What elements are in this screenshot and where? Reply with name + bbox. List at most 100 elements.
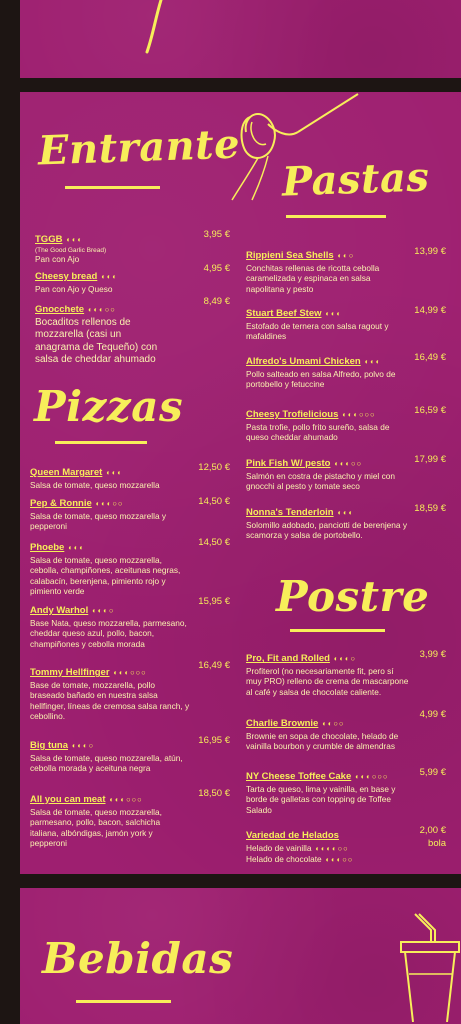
menu-item-andy-warhol: Andy Warhol ◐◐◐○ Base Nata, queso mozzare… xyxy=(30,600,190,649)
dietary-icons: ◐◐◐○○ xyxy=(95,499,124,508)
dietary-icons: ◐◐◐○○○ xyxy=(109,795,143,804)
item-price: 3,99 € xyxy=(419,649,446,660)
item-name: TGGB xyxy=(35,234,63,245)
item-price: 4,99 € xyxy=(419,709,446,720)
item-description: Salsa de tomate, queso mozzarella, parme… xyxy=(30,807,162,849)
menu-item-cheesy-trofielicious: Cheesy Trofielicious ◐◐◐○○○ Pasta trofie,… xyxy=(246,404,411,443)
dietary-icons: ◐◐◐○○○ xyxy=(113,668,147,677)
dietary-icons: ◐◐◐○ xyxy=(333,654,357,663)
item-price: 14,99 € xyxy=(414,305,446,316)
item-description: Salsa de tomate, queso mozzarella xyxy=(30,480,160,490)
section-title-postre: Postre xyxy=(276,572,430,621)
dietary-icons: ◐◐◐ xyxy=(337,508,355,517)
top-menu-panel xyxy=(20,0,461,78)
item-name: NY Cheese Toffee Cake xyxy=(246,771,352,782)
item-description-chocolate: Helado de chocolate ◐◐◐○○ xyxy=(246,854,411,865)
menu-item-tommy-hellfinger: Tommy Hellfinger ◐◐◐○○○ Base de tomate, m… xyxy=(30,662,190,722)
item-price: 2,00 € xyxy=(419,825,446,836)
item-name: Stuart Beef Stew xyxy=(246,308,322,319)
item-name: Rippieni Sea Shells xyxy=(246,250,334,261)
item-name: Big tuna xyxy=(30,740,68,751)
item-price: 16,95 € xyxy=(198,735,230,746)
item-price: 14,50 € xyxy=(198,496,230,507)
bebidas-underline xyxy=(76,1000,171,1003)
item-name: Charlie Brownie xyxy=(246,718,319,729)
item-price: 3,95 € xyxy=(203,229,230,240)
item-price: 4,95 € xyxy=(203,263,230,274)
drink-cup-icon xyxy=(400,913,460,1022)
item-description: Pollo salteado en salsa Alfredo, polvo d… xyxy=(246,369,396,390)
item-name: All you can meat xyxy=(30,794,106,805)
menu-item-queen-margaret: Queen Margaret ◐◐◐ Salsa de tomate, queso… xyxy=(30,462,190,490)
menu-item-all-you-can-meat: All you can meat ◐◐◐○○○ Salsa de tomate, … xyxy=(30,789,190,849)
item-description: Profiterol (no necesariamente fit, pero … xyxy=(246,666,409,697)
item-price: 18,59 € xyxy=(414,503,446,514)
menu-item-alfredos-umami-chicken: Alfredo's Umami Chicken ◐◐◐ Pollo saltead… xyxy=(246,351,411,390)
section-title-pizzas: Pizzas xyxy=(34,382,184,431)
dietary-icons: ◐◐◐○○○ xyxy=(342,410,376,419)
menu-item-pep-ronnie: Pep & Ronnie ◐◐◐○○ Salsa de tomate, queso… xyxy=(30,493,190,532)
menu-item-variedad-helados: Variedad de Helados Helado de vainilla ◐◐… xyxy=(246,825,411,866)
item-description: Base de tomate, mozzarella, pollo brasea… xyxy=(30,680,190,722)
item-description: Pan con Ajo xyxy=(35,254,80,264)
menu-item-cheesy-bread: Cheesy bread ◐◐◐ Pan con Ajo y Queso xyxy=(35,266,185,294)
item-description: Conchitas rellenas de ricotta cebolla ca… xyxy=(246,263,380,294)
item-name: Variedad de Helados xyxy=(246,830,339,841)
dietary-icons: ◐◐◐○○ xyxy=(88,305,116,314)
dietary-icons: ◐◐◐ xyxy=(68,543,85,552)
pastas-underline xyxy=(286,215,386,218)
pizzas-underline xyxy=(55,441,147,444)
dietary-icons: ◐◐◐○○○ xyxy=(355,772,389,781)
dietary-icons: ◐◐◐○○ xyxy=(334,459,363,468)
flavor-vainilla: Helado de vainilla xyxy=(246,843,312,853)
item-name: Phoebe xyxy=(30,542,65,553)
item-description: Brownie en sopa de chocolate, helado de … xyxy=(246,731,399,752)
dietary-icons: ◐◐◐ xyxy=(106,468,123,477)
item-name: Cheesy bread xyxy=(35,271,98,282)
item-name: Nonna's Tenderloin xyxy=(246,507,334,518)
menu-item-gnocchete: Gnocchete ◐◐◐○○ Bocaditos rellenos de moz… xyxy=(35,299,165,367)
item-description: Salsa de tomate, queso mozzarella y pepp… xyxy=(30,511,167,532)
item-name: Alfredo's Umami Chicken xyxy=(246,356,361,367)
section-title-pastas: Pastas xyxy=(281,153,431,206)
entrante-underline xyxy=(65,186,160,189)
dietary-icons: ◐◐◐ xyxy=(101,272,118,281)
menu-item-big-tuna: Big tuna ◐◐◐○ Salsa de tomate, queso mozz… xyxy=(30,735,190,774)
menu-item-pro-fit-rolled: Pro, Fit and Rolled ◐◐◐○ Profiterol (no n… xyxy=(246,648,411,697)
menu-item-ny-cheese-toffee-cake: NY Cheese Toffee Cake ◐◐◐○○○ Tarta de que… xyxy=(246,766,411,815)
item-price: 14,50 € xyxy=(198,537,230,548)
item-subtitle: (The Good Garlic Bread) xyxy=(35,247,107,254)
item-price: 16,59 € xyxy=(414,405,446,416)
menu-item-tggb: TGGB ◐◐◐ (The Good Garlic Bread) Pan con … xyxy=(35,229,185,264)
item-description: Estofado de ternera con salsa ragout y m… xyxy=(246,321,389,342)
item-description: Solomillo adobado, panciotti de berenjen… xyxy=(246,520,407,541)
item-price: 12,50 € xyxy=(198,462,230,473)
dietary-icons: ◐◐○ xyxy=(337,251,355,260)
item-description: Salmón en costra de pistacho y miel con … xyxy=(246,471,395,492)
item-name: Tommy Hellfinger xyxy=(30,667,110,678)
item-description: Salsa de tomate, queso mozzarella, cebol… xyxy=(30,555,181,597)
item-name: Andy Warhol xyxy=(30,605,89,616)
item-price: 17,99 € xyxy=(414,454,446,465)
item-price: 13,99 € xyxy=(414,246,446,257)
item-price: 16,49 € xyxy=(198,660,230,671)
item-description: Base Nata, queso mozzarella, parmesano, … xyxy=(30,618,187,649)
item-description: Pasta trofie, pollo frito sureño, salsa … xyxy=(246,422,390,443)
noodle-strand-decoration xyxy=(145,0,163,54)
menu-item-rippieni-sea-shells: Rippieni Sea Shells ◐◐○ Conchitas rellena… xyxy=(246,245,411,294)
item-description-vainilla: Helado de vainilla ◐◐◐◐○○ xyxy=(246,843,411,854)
item-price: 18,50 € xyxy=(198,788,230,799)
item-description: Tarta de queso, lima y vainilla, en base… xyxy=(246,784,396,815)
item-name: Gnocchete xyxy=(35,304,85,315)
dietary-icons: ◐◐◐○○ xyxy=(325,855,354,865)
menu-item-charlie-brownie: Charlie Brownie ◐◐○○ Brownie en sopa de c… xyxy=(246,713,411,752)
dietary-icons: ◐◐◐ xyxy=(364,357,382,366)
item-name: Pink Fish W/ pesto xyxy=(246,458,331,469)
section-title-bebidas: Bebidas xyxy=(42,934,234,983)
flavor-chocolate: Helado de chocolate xyxy=(246,854,322,865)
item-name: Queen Margaret xyxy=(30,467,103,478)
dietary-icons: ◐◐◐ xyxy=(66,235,84,244)
item-description: Bocaditos rellenos de mozzarella (casi u… xyxy=(35,317,158,366)
item-price-unit: bola xyxy=(428,838,446,849)
item-name: Pep & Ronnie xyxy=(30,498,92,509)
